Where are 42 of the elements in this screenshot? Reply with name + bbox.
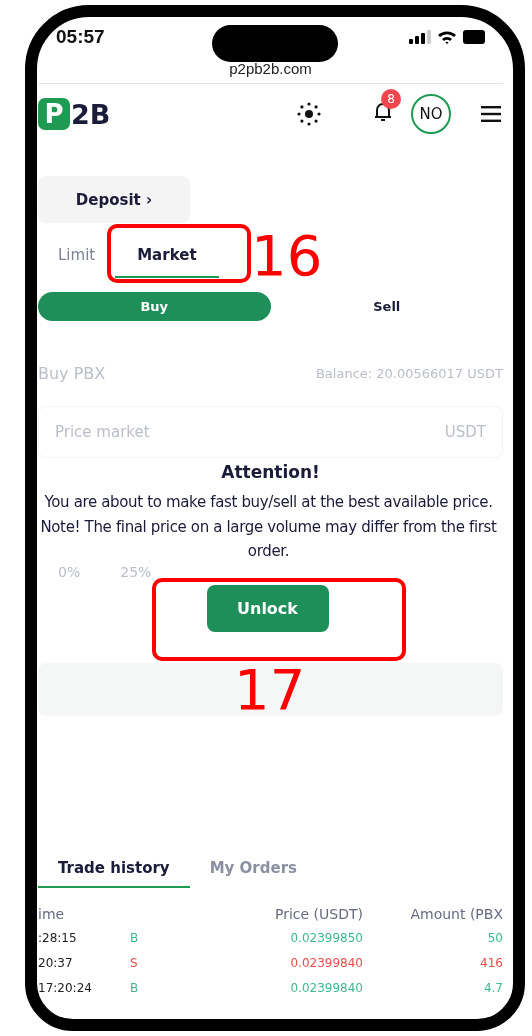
url-text: p2pb2b.com (229, 60, 312, 77)
side-toggle[interactable]: Buy (38, 292, 271, 321)
table-cell-text: 4.7 (482, 981, 503, 995)
theme-icon[interactable] (297, 102, 321, 126)
table-cell-text: 20:37 (38, 956, 74, 970)
attention-message: You are about to make fast buy/sell at the best available price. Note! The final price on a large volume may differ from the first order. (39, 492, 498, 562)
table-cell-text: :28:15 (38, 931, 78, 945)
column-header: Amount (PBX (409, 905, 503, 922)
table-cell-text: 0.02399850 (289, 931, 363, 945)
order-type-tab[interactable]: Market (115, 233, 219, 278)
avatar[interactable]: NO (411, 94, 451, 134)
logo-mark[interactable]: P (38, 98, 70, 130)
table-cell-text: B (130, 981, 140, 995)
table-cell-text: 17:20:24 (38, 981, 93, 995)
attention-title: Attention! (221, 462, 320, 482)
column-header: ime (38, 905, 66, 922)
callout-number: 17 (234, 662, 306, 718)
form-title: Buy PBX (38, 363, 106, 383)
logo-text[interactable]: 2B (71, 98, 111, 130)
table-cell-text: 50 (486, 931, 503, 945)
balance-text: Balance: 20.00566017 USDT (315, 365, 503, 381)
wifi-icon (437, 30, 457, 44)
history-tab[interactable]: Trade history (38, 850, 190, 888)
bell-icon[interactable] (373, 101, 393, 123)
notification-badge: 8 (381, 89, 401, 109)
table-cell-text: 416 (479, 956, 503, 970)
side-toggle[interactable]: Sell (270, 292, 503, 321)
callout-number: 16 (251, 228, 323, 284)
table-cell-text: 0.02399840 (289, 981, 363, 995)
menu-icon[interactable] (481, 106, 501, 122)
signal-icon (409, 30, 431, 44)
history-tab[interactable]: My Orders (189, 850, 317, 888)
table-cell-text: S (130, 956, 139, 970)
order-type-tab[interactable]: Limit (38, 233, 116, 278)
status-time: 05:57 (56, 26, 105, 48)
deposit-button[interactable]: Deposit › (38, 176, 190, 223)
table-cell-text: B (130, 931, 140, 945)
table-cell-text: 0.02399840 (289, 956, 363, 970)
unlock-button[interactable]: Unlock (206, 584, 329, 632)
battery-icon (463, 30, 485, 44)
submit-button[interactable] (38, 662, 503, 716)
column-header: Price (USDT) (274, 905, 363, 922)
